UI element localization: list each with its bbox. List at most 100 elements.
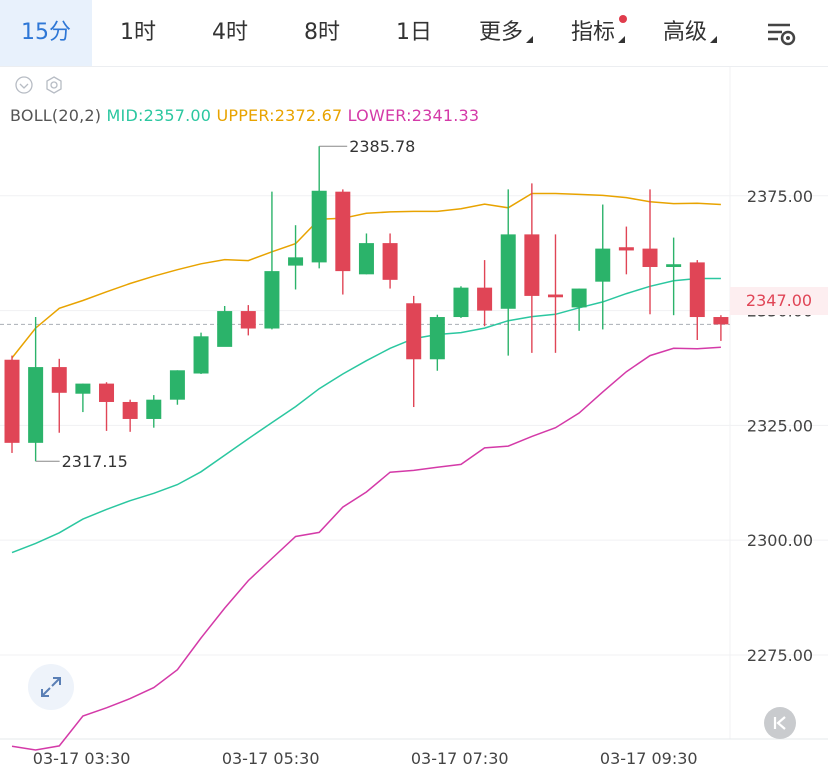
tab-more[interactable]: 更多 <box>460 0 552 66</box>
candle-body <box>618 247 634 251</box>
tab-4h[interactable]: 4时 <box>184 0 276 66</box>
tab-1h[interactable]: 1时 <box>92 0 184 66</box>
candle <box>689 260 705 340</box>
candle-body <box>547 294 563 298</box>
x-tick-label: 03-17 09:30 <box>600 749 698 768</box>
tab-15min[interactable]: 15分 <box>0 0 92 66</box>
legend-boll: BOLL(20,2) <box>10 106 102 125</box>
y-tick-label: 2325.00 <box>747 416 813 435</box>
candle <box>169 370 185 405</box>
candle <box>429 314 445 371</box>
candle <box>4 355 20 453</box>
tab-more-label: 更多 <box>478 20 523 45</box>
x-tick-label: 03-17 03:30 <box>33 749 131 768</box>
dropdown-arrow-icon <box>526 36 533 43</box>
candle <box>311 146 327 269</box>
candle-body <box>382 243 398 280</box>
candle <box>453 286 469 318</box>
candle <box>618 226 634 275</box>
tab-1d[interactable]: 1日 <box>368 0 460 66</box>
candle-body <box>358 243 374 275</box>
y-tick-label: 2300.00 <box>747 531 813 550</box>
chart-settings-icon[interactable] <box>760 16 800 50</box>
y-tick-label: 2275.00 <box>747 646 813 665</box>
candle <box>28 317 44 462</box>
candle-body <box>4 359 20 443</box>
tab-advanced-label: 高级 <box>662 20 707 45</box>
candle <box>477 260 493 327</box>
candle <box>146 395 162 428</box>
candle-body <box>146 399 162 419</box>
boll-legend: BOLL(20,2) MID:2357.00 UPPER:2372.67 LOW… <box>10 106 479 125</box>
candle-body <box>524 234 540 296</box>
candle <box>217 306 233 347</box>
candle <box>99 382 115 431</box>
candle <box>75 383 91 413</box>
candlestick-chart[interactable]: 2375.002350.002325.002300.002275.00 03-1… <box>0 67 828 778</box>
tab-indicators[interactable]: 指标 <box>552 0 644 66</box>
candle <box>51 358 67 433</box>
candle-body <box>75 383 91 394</box>
candle-body <box>335 191 351 272</box>
candle-body <box>169 370 185 400</box>
candle-body <box>477 287 493 311</box>
tab-indicators-label: 指标 <box>570 20 615 45</box>
candle-body <box>595 248 611 282</box>
candle-body <box>288 257 304 266</box>
candle <box>358 233 374 275</box>
tab-15min-label: 15分 <box>21 20 71 45</box>
candle-body <box>713 317 729 325</box>
candle <box>713 315 729 341</box>
tab-advanced[interactable]: 高级 <box>644 0 736 66</box>
candle <box>264 191 280 330</box>
candle <box>500 189 516 356</box>
tab-1d-label: 1日 <box>396 20 432 45</box>
candle <box>240 305 256 336</box>
candle-body <box>240 311 256 329</box>
boll-mid-line <box>11 277 721 554</box>
high-price-label: 2385.78 <box>349 137 415 156</box>
candle-body <box>689 262 705 318</box>
candle-body <box>217 311 233 347</box>
legend-lower: LOWER:2341.33 <box>347 106 480 125</box>
tab-8h[interactable]: 8时 <box>276 0 368 66</box>
candle-body <box>666 264 682 267</box>
candle-body <box>28 367 44 443</box>
candle <box>193 332 209 374</box>
candle-body <box>51 367 67 393</box>
candle <box>642 189 658 315</box>
candle-body <box>264 271 280 329</box>
dropdown-arrow-icon <box>710 36 717 43</box>
tab-1h-label: 1时 <box>120 20 156 45</box>
candle <box>524 183 540 353</box>
candle <box>406 295 422 408</box>
low-price-label: 2317.15 <box>62 452 128 471</box>
dropdown-arrow-icon <box>618 36 625 43</box>
candle-body <box>311 190 327 263</box>
candle <box>335 189 351 295</box>
candle-body <box>642 248 658 267</box>
tab-4h-label: 4时 <box>212 20 248 45</box>
tab-8h-label: 8时 <box>304 20 340 45</box>
x-tick-label: 03-17 07:30 <box>411 749 509 768</box>
x-tick-label: 03-17 05:30 <box>222 749 320 768</box>
candle-body <box>571 288 587 308</box>
candle-body <box>193 336 209 374</box>
legend-upper: UPPER:2372.67 <box>216 106 343 125</box>
y-tick-label: 2375.00 <box>747 187 813 206</box>
expand-arrows-icon[interactable] <box>28 664 74 710</box>
candle-body <box>429 317 445 360</box>
candle <box>382 233 398 289</box>
candle <box>288 225 304 290</box>
candle-body <box>500 234 516 309</box>
candle-body <box>453 287 469 318</box>
candle-body <box>99 383 115 402</box>
candle <box>122 399 138 432</box>
collapse-left-icon[interactable] <box>764 707 796 739</box>
boll-upper-line <box>11 192 721 359</box>
boll-lower-line <box>11 346 721 751</box>
candle <box>547 234 563 353</box>
notification-dot <box>619 15 627 23</box>
timeframe-tab-bar: 15分 1时 4时 8时 1日 更多 指标 高级 <box>0 0 828 67</box>
candle-body <box>406 303 422 360</box>
